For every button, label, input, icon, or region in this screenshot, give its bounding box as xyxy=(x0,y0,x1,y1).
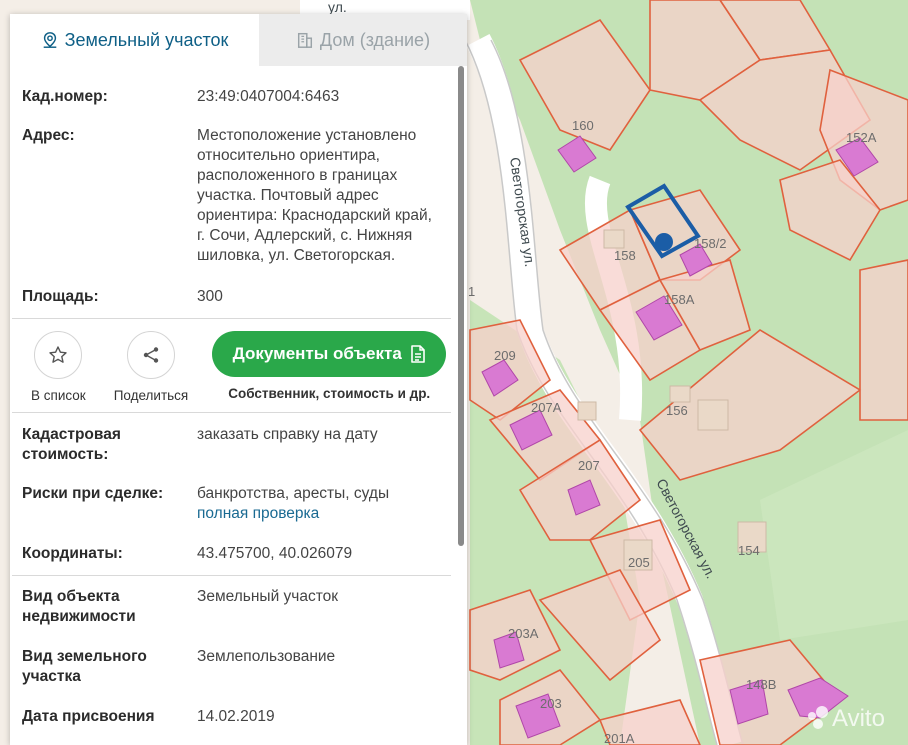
plot-label: 160 xyxy=(572,118,594,133)
land-type-row: Вид земельного участка Землепользование xyxy=(10,647,467,687)
plot-label: 203А xyxy=(508,626,539,641)
actions-bar: В список Поделиться Документы объекта Со… xyxy=(10,319,467,405)
risks-label: Риски при сделке: xyxy=(22,485,164,502)
tab-land-plot-label: Земельный участок xyxy=(64,29,229,50)
object-info-panel: Земельный участок Дом (здание) Кад.номер… xyxy=(10,14,467,745)
object-type-value: Земельный участок xyxy=(197,588,339,605)
assign-date-label: Дата присвоения xyxy=(22,708,155,725)
tab-house-label: Дом (здание) xyxy=(319,29,431,50)
full-check-link[interactable]: полная проверка xyxy=(197,504,437,524)
area-label: Площадь: xyxy=(22,288,99,305)
share-label: Поделиться xyxy=(113,388,189,403)
order-certificate-link[interactable]: заказать справку на дату xyxy=(197,425,455,465)
plot-label: 158/2 xyxy=(694,236,727,251)
address-value: Местоположение установлено относительно … xyxy=(197,127,432,264)
area-value: 300 xyxy=(197,288,223,305)
plot-label: 207 xyxy=(578,458,600,473)
plot-label: 158А xyxy=(664,292,695,307)
plot-label: 205 xyxy=(628,555,650,570)
coordinates-label: Координаты: xyxy=(22,545,123,562)
plot-label: 148В xyxy=(746,677,776,692)
risks-value: банкротства, аресты, суды xyxy=(197,485,390,502)
object-type-label: Вид объекта недвижимости xyxy=(22,588,136,625)
plot-label: 152А xyxy=(846,130,877,145)
plot-label: 1 xyxy=(468,284,475,299)
documents-button-label: Документы объекта xyxy=(232,344,402,363)
assign-date-row: Дата присвоения 14.02.2019 xyxy=(10,707,467,727)
document-icon xyxy=(410,345,425,363)
address-row: Адрес: Местоположение установлено относи… xyxy=(10,126,467,266)
building-icon xyxy=(297,32,312,48)
share-icon xyxy=(143,347,159,363)
cadastral-number-label: Кад.номер: xyxy=(22,88,108,105)
risks-row: Риски при сделке: банкротства, аресты, с… xyxy=(10,484,467,524)
area-row: Площадь: 300 xyxy=(10,287,467,307)
location-pin-icon xyxy=(43,32,56,48)
land-type-value: Землепользование xyxy=(197,648,336,665)
coordinates-row: Координаты: 43.475700, 40.026079 xyxy=(10,544,467,564)
add-to-list-button[interactable] xyxy=(34,331,83,379)
coordinates-value: 43.475700, 40.026079 xyxy=(197,545,353,562)
object-type-row: Вид объекта недвижимости Земельный участ… xyxy=(10,587,467,627)
documents-action: Документы объекта Собственник, стоимость… xyxy=(212,331,447,401)
add-to-list-action: В список xyxy=(31,331,86,403)
tab-house[interactable]: Дом (здание) xyxy=(259,14,467,66)
divider xyxy=(12,575,451,576)
add-to-list-label: В список xyxy=(31,388,86,403)
documents-subtitle: Собственник, стоимость и др. xyxy=(228,386,431,401)
documents-button[interactable]: Документы объекта xyxy=(212,331,447,377)
plot-label: 203 xyxy=(540,696,562,711)
plot-label: 209 xyxy=(494,348,516,363)
tab-land-plot[interactable]: Земельный участок xyxy=(10,14,259,66)
plot-label: 207А xyxy=(531,400,562,415)
panel-scrollbar[interactable] xyxy=(458,66,464,546)
plot-label: 154 xyxy=(738,543,760,558)
divider xyxy=(12,412,451,413)
address-label: Адрес: xyxy=(22,127,75,144)
share-button[interactable] xyxy=(126,331,175,379)
avito-watermark-text: Avito xyxy=(832,705,885,732)
share-action: Поделиться xyxy=(113,331,189,403)
plot-label: 158 xyxy=(614,248,636,263)
cadastral-number-row: Кад.номер: 23:49:0407004:6463 xyxy=(10,87,467,107)
plot-label: 201А xyxy=(604,731,635,745)
cadastral-cost-label: Кадастровая стоимость: xyxy=(22,426,121,463)
cadastral-number-link[interactable]: 23:49:0407004:6463 xyxy=(197,87,455,107)
plot-label: 156 xyxy=(666,403,688,418)
assign-date-value: 14.02.2019 xyxy=(197,708,275,725)
tab-bar: Земельный участок Дом (здание) xyxy=(10,14,467,66)
cadastral-cost-row: Кадастровая стоимость: заказать справку … xyxy=(10,425,467,465)
street-label-top: ул. xyxy=(328,0,347,15)
land-type-label: Вид земельного участка xyxy=(22,648,147,685)
star-icon xyxy=(49,346,68,363)
location-marker-icon xyxy=(655,233,673,251)
